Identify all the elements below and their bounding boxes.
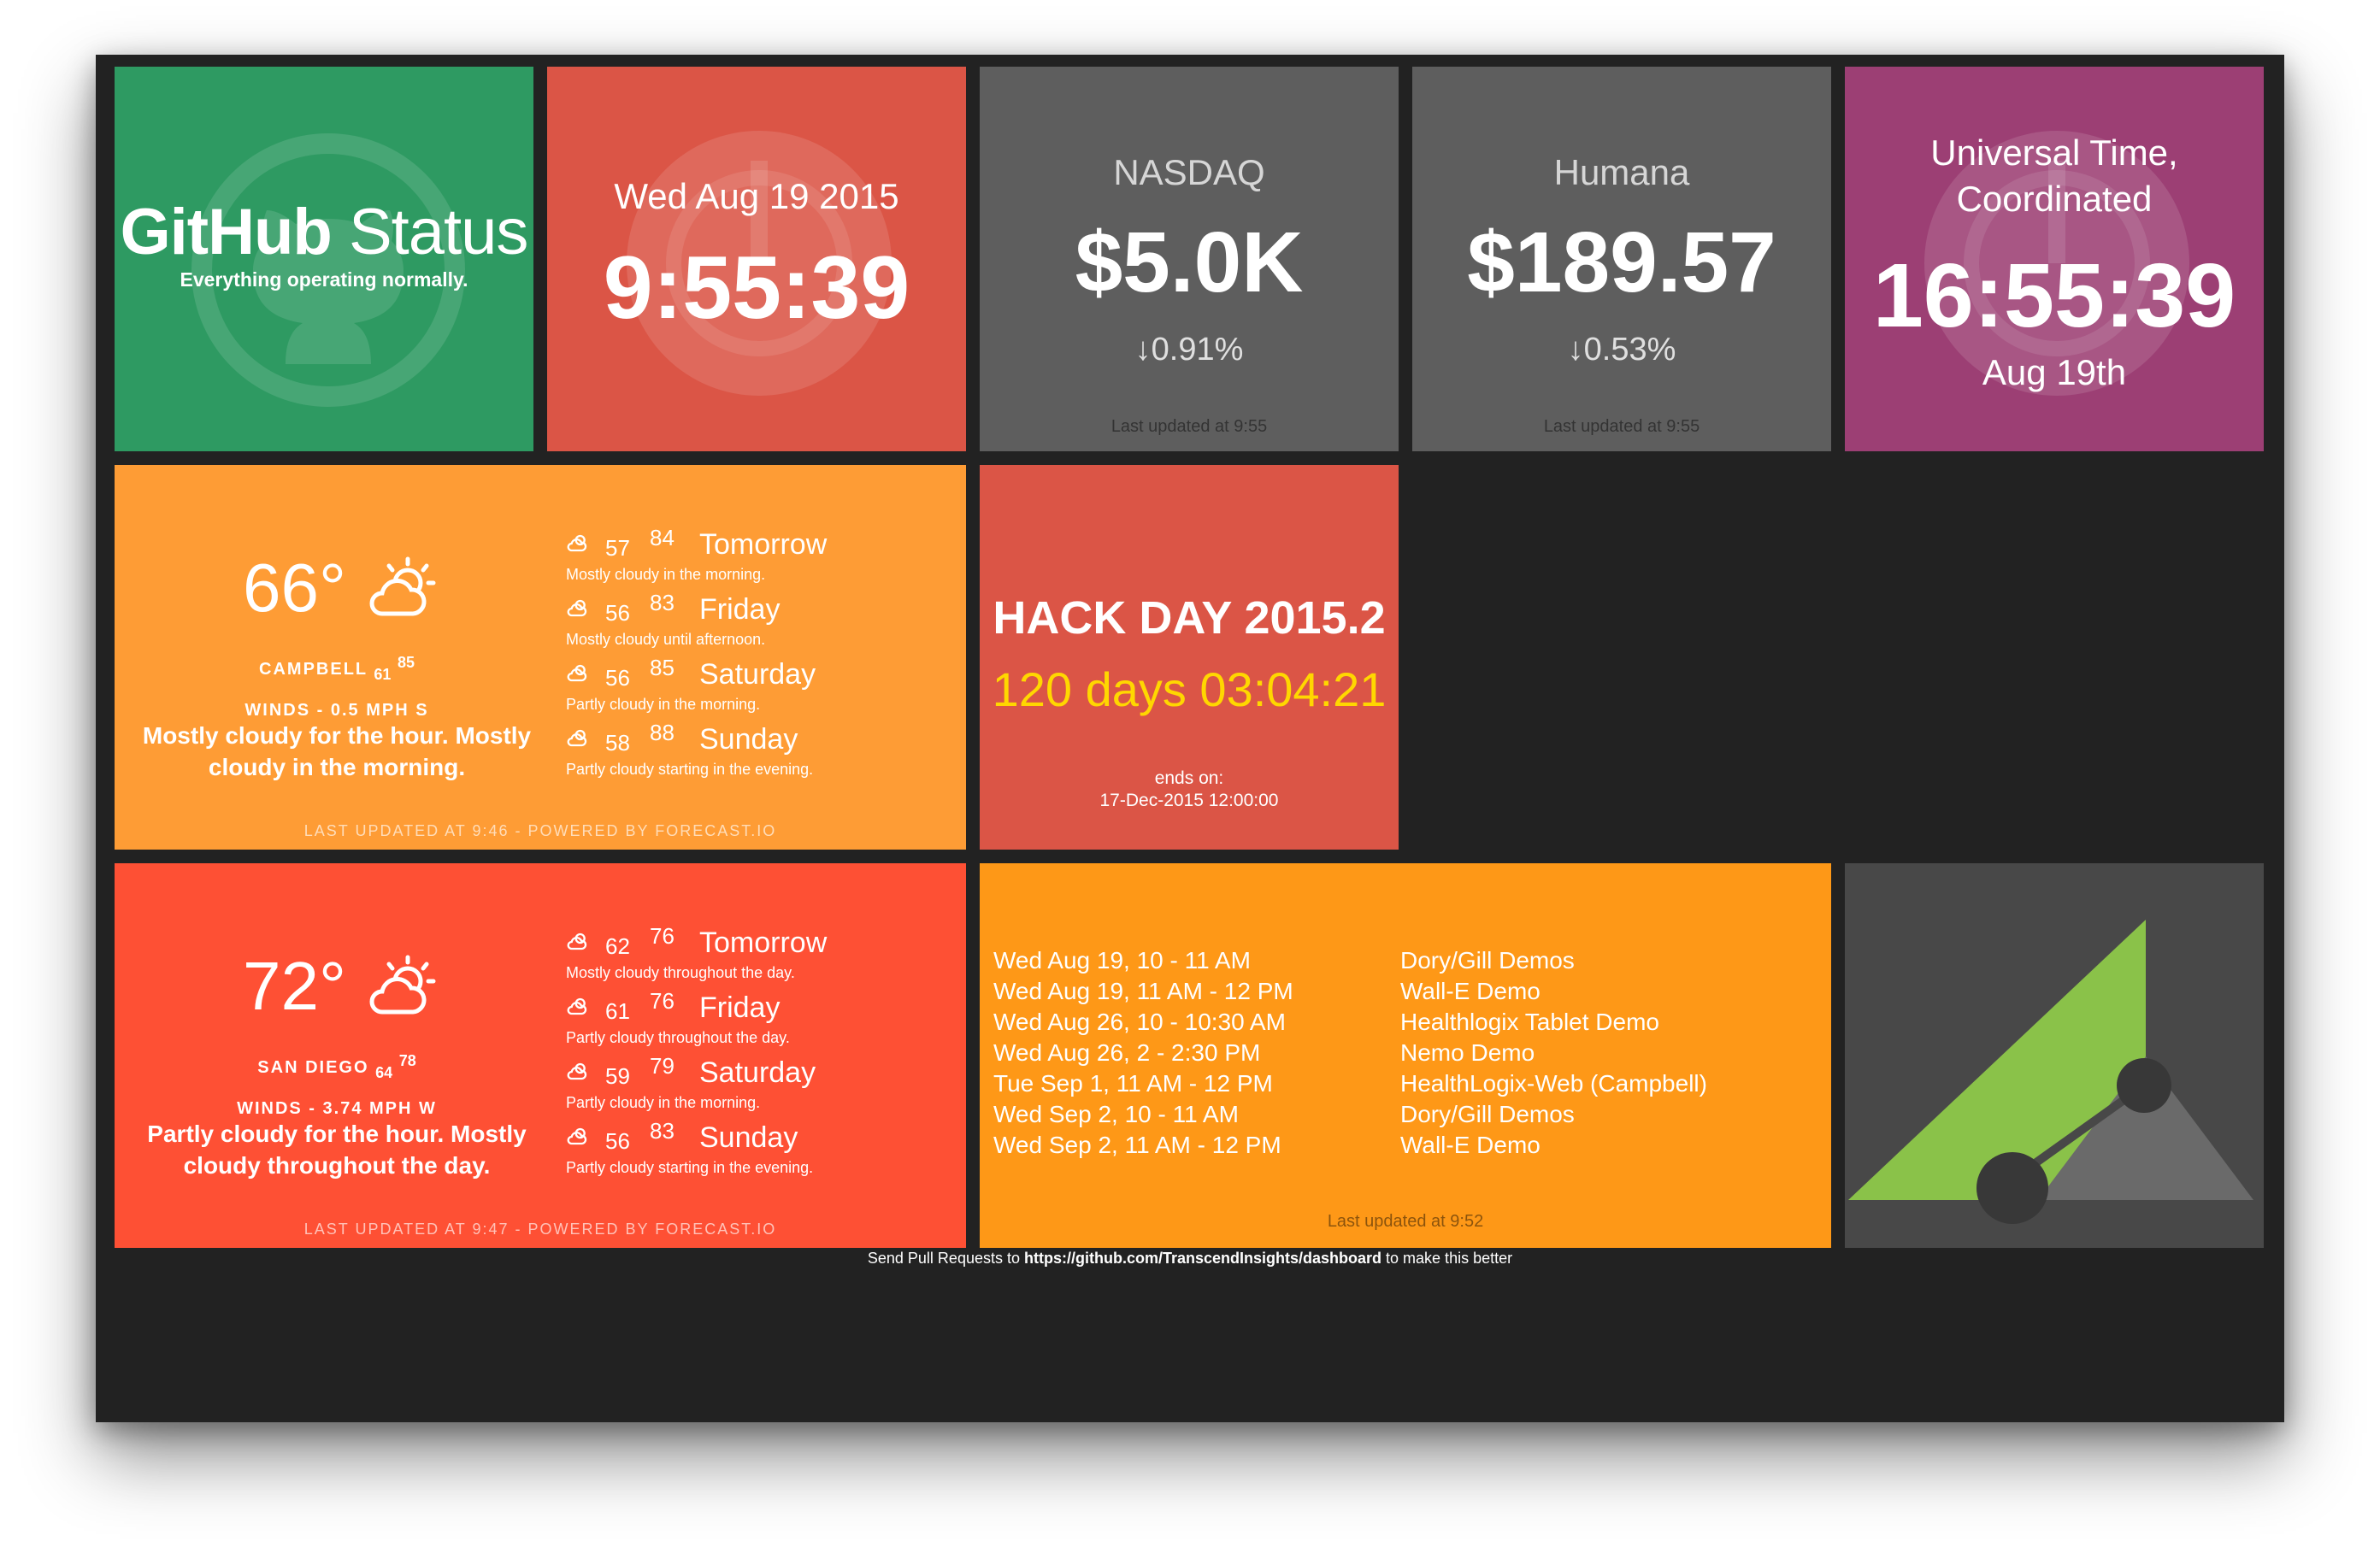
hackday-title: HACK DAY 2015.2 (993, 592, 1386, 644)
utc-date: Aug 19th (1982, 352, 2127, 392)
current-temperature: 72° (243, 947, 442, 1026)
calendar-event: Wed Sep 2, 10 - 11 AM Dory/Gill Demos (993, 1101, 1575, 1127)
github-status-tile: GitHub Status Everything operating norma… (115, 67, 533, 451)
stock-value: $189.57 (1467, 215, 1776, 310)
repo-link[interactable]: https://github.com/TranscendInsights/das… (1024, 1250, 1381, 1267)
clock-date: Wed Aug 19 2015 (614, 176, 899, 216)
hackday-end-date: ends on: 17-Dec-2015 12:00:00 (1099, 768, 1279, 810)
partly-cloudy-icon (567, 599, 587, 617)
weather-summary: Mostly cloudy for the hour. Mostly cloud… (142, 722, 532, 780)
weather-tile-campbell: 66° CAMPBELL 61 85 WINDS - 0.5 MPH S Mos… (115, 465, 966, 850)
stock-updated: Last updated at 9:55 (1110, 417, 1268, 436)
partly-cloudy-icon (369, 955, 436, 1015)
dashboard: GitHub Status Everything operating norma… (96, 55, 2284, 1422)
footer-credit: Send Pull Requests to https://github.com… (867, 1250, 1513, 1267)
clock-tile: Wed Aug 19 2015 9:55:39 (547, 67, 966, 451)
weather-footer: LAST UPDATED AT 9:46 - POWERED BY FORECA… (303, 822, 777, 839)
partly-cloudy-icon (567, 1127, 587, 1145)
hackday-countdown: 120 days 03:04:21 (992, 662, 1387, 716)
stock-change: ↓0.53% (1567, 332, 1676, 368)
github-status-title: GitHub Status (120, 196, 529, 268)
weather-winds: WINDS - 0.5 MPH S (244, 701, 429, 720)
stock-value: $5.0K (1075, 215, 1304, 310)
partly-cloudy-icon (567, 664, 587, 682)
partly-cloudy-icon (369, 556, 436, 616)
calendar-event: Wed Aug 26, 2 - 2:30 PM Nemo Demo (993, 1039, 1535, 1066)
partly-cloudy-icon (567, 1062, 587, 1080)
calendar-event: Wed Aug 19, 10 - 11 AM Dory/Gill Demos (993, 947, 1575, 974)
partly-cloudy-icon (567, 932, 587, 950)
partly-cloudy-icon (567, 729, 587, 747)
stock-tile-nasdaq: NASDAQ $5.0K ↓0.91% Last updated at 9:55 (980, 67, 1399, 451)
hackday-countdown-tile: HACK DAY 2015.2 120 days 03:04:21 ends o… (980, 465, 1399, 850)
weather-location: SAN DIEGO 64 78 (257, 1052, 416, 1081)
current-temperature: 66° (243, 549, 442, 627)
stock-name: Humana (1553, 152, 1690, 192)
calendar-event: Wed Aug 19, 11 AM - 12 PM Wall-E Demo (993, 978, 1541, 1004)
utc-title: Universal Time, Coordinated (1930, 132, 2178, 219)
weather-summary: Partly cloudy for the hour. Mostly cloud… (147, 1121, 527, 1179)
company-logo-icon (1848, 920, 2253, 1224)
calendar-updated: Last updated at 9:52 (1327, 1212, 1484, 1231)
stock-change: ↓0.91% (1134, 332, 1244, 368)
stock-name: NASDAQ (1113, 152, 1265, 192)
weather-tile-san-diego: 72° SAN DIEGO 64 78 WINDS - 3.74 MPH W P… (115, 863, 966, 1248)
clock-time: 9:55:39 (603, 238, 910, 338)
partly-cloudy-icon (567, 997, 587, 1015)
weather-footer: LAST UPDATED AT 9:47 - POWERED BY FORECA… (303, 1221, 777, 1238)
weather-location: CAMPBELL 61 85 (259, 654, 415, 683)
calendar-event: Tue Sep 1, 11 AM - 12 PM HealthLogix-Web … (993, 1070, 1707, 1097)
stock-tile-humana: Humana $189.57 ↓0.53% Last updated at 9:… (1412, 67, 1831, 451)
stock-updated: Last updated at 9:55 (1543, 417, 1700, 436)
calendar-tile: Wed Aug 19, 10 - 11 AM Dory/Gill Demos We… (980, 863, 1831, 1248)
logo-tile (1845, 863, 2264, 1248)
github-status-message: Everything operating normally. (180, 268, 468, 291)
utc-time: 16:55:39 (1872, 245, 2236, 346)
calendar-event: Wed Sep 2, 11 AM - 12 PM Wall-E Demo (993, 1132, 1541, 1158)
partly-cloudy-icon (567, 534, 587, 552)
utc-clock-tile: Universal Time, Coordinated 16:55:39 Aug … (1845, 67, 2264, 451)
calendar-event: Wed Aug 26, 10 - 10:30 AM Healthlogix Tab… (993, 1009, 1659, 1035)
weather-winds: WINDS - 3.74 MPH W (237, 1099, 437, 1118)
